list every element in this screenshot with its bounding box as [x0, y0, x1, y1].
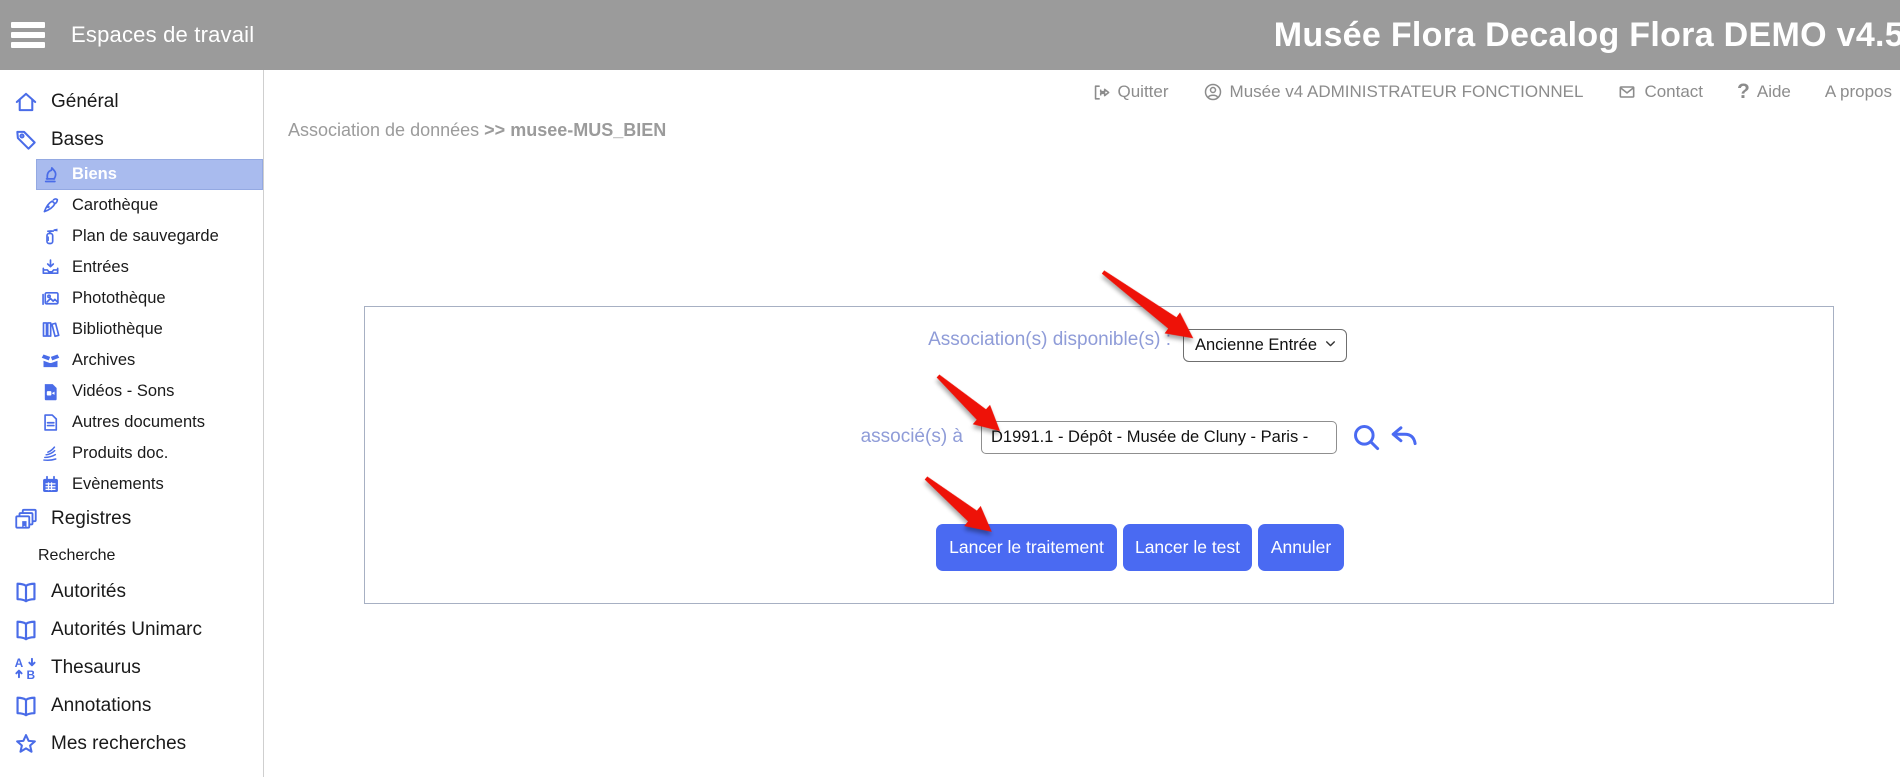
app-title: Musée Flora Decalog Flora DEMO v4.5	[1274, 16, 1900, 55]
svg-text:B: B	[27, 668, 36, 681]
fire-extinguisher-icon	[40, 226, 61, 247]
sidebar-item-thesaurus[interactable]: A B Thesaurus	[0, 649, 263, 687]
sidebar-item-bibliotheque[interactable]: Bibliothèque	[36, 314, 263, 345]
user-icon	[1203, 82, 1223, 102]
open-book-icon	[13, 579, 39, 605]
association-select[interactable]: Ancienne Entrée	[1183, 329, 1347, 362]
sidebar-item-mes-recherches[interactable]: Mes recherches	[0, 725, 263, 763]
sidebar-item-plan-sauvegarde[interactable]: Plan de sauvegarde	[36, 221, 263, 252]
association-label: Association(s) disponible(s) :	[365, 329, 1171, 351]
sidebar-item-recherche[interactable]: Recherche	[0, 538, 263, 573]
registers-icon	[13, 506, 39, 532]
sidebar-item-general[interactable]: Général	[0, 83, 263, 121]
menu-icon[interactable]	[11, 18, 45, 52]
launch-test-button[interactable]: Lancer le test	[1123, 524, 1252, 571]
chevron-down-icon	[1324, 337, 1337, 355]
user-info[interactable]: Musée v4 ADMINISTRATEUR FONCTIONNEL	[1203, 82, 1584, 102]
user-label: Musée v4 ADMINISTRATEUR FONCTIONNEL	[1230, 82, 1584, 102]
core-sample-icon	[40, 195, 61, 216]
photo-icon	[40, 288, 61, 309]
paper-stack-icon	[40, 443, 61, 464]
open-book-icon	[13, 617, 39, 643]
breadcrumb-current: musee-MUS_BIEN	[510, 120, 666, 140]
contact-button[interactable]: Contact	[1617, 82, 1703, 102]
statue-icon	[40, 164, 61, 185]
document-icon	[40, 412, 61, 433]
home-icon	[13, 89, 39, 115]
tag-icon	[13, 127, 39, 153]
question-icon: ?	[1737, 80, 1750, 104]
contact-label: Contact	[1644, 82, 1703, 102]
sidebar-item-phototheque[interactable]: Photothèque	[36, 283, 263, 314]
breadcrumb-section: Association de données	[288, 120, 479, 140]
video-file-icon	[40, 381, 61, 402]
sidebar-item-annotations[interactable]: Annotations	[0, 687, 263, 725]
logout-icon	[1092, 83, 1111, 102]
topbar: Espaces de travail Musée Flora Decalog F…	[0, 0, 1900, 70]
sidebar-item-carotheque[interactable]: Carothèque	[36, 190, 263, 221]
user-toolbar: Quitter Musée v4 ADMINISTRATEUR FONCTION…	[264, 70, 1900, 114]
sidebar-item-autorites-unimarc[interactable]: Autorités Unimarc	[0, 611, 263, 649]
sidebar-item-entrees[interactable]: Entrées	[36, 252, 263, 283]
about-label: A propos	[1825, 82, 1892, 102]
breadcrumb: Association de données >> musee-MUS_BIEN	[288, 120, 666, 141]
open-book-icon	[13, 693, 39, 719]
quit-label: Quitter	[1118, 82, 1169, 102]
sidebar-item-videos-sons[interactable]: Vidéos - Sons	[36, 376, 263, 407]
undo-icon[interactable]	[1388, 422, 1419, 453]
sidebar-item-bases[interactable]: Bases	[0, 121, 263, 159]
sort-alpha-icon: A B	[13, 655, 39, 681]
cancel-button[interactable]: Annuler	[1258, 524, 1344, 571]
about-button[interactable]: A propos	[1825, 82, 1892, 102]
sidebar-item-registres[interactable]: Registres	[0, 500, 263, 538]
launch-treatment-button[interactable]: Lancer le traitement	[936, 524, 1117, 571]
help-label: Aide	[1757, 82, 1791, 102]
sidebar-item-produits-doc[interactable]: Produits doc.	[36, 438, 263, 469]
archive-box-icon	[40, 350, 61, 371]
sidebar-item-biens[interactable]: Biens	[36, 159, 263, 190]
sidebar: Général Bases Biens Carothèque	[0, 70, 264, 777]
help-button[interactable]: ? Aide	[1737, 80, 1791, 104]
svg-text:A: A	[15, 656, 24, 670]
books-icon	[40, 319, 61, 340]
sidebar-item-autres-documents[interactable]: Autres documents	[36, 407, 263, 438]
inbox-download-icon	[40, 257, 61, 278]
associe-label: associé(s) à	[365, 426, 963, 448]
calendar-icon	[40, 474, 61, 495]
sidebar-item-archives[interactable]: Archives	[36, 345, 263, 376]
association-panel: Association(s) disponible(s) : Ancienne …	[364, 306, 1834, 604]
breadcrumb-separator: >>	[484, 120, 505, 140]
star-icon	[13, 731, 39, 757]
mail-icon	[1617, 82, 1637, 102]
search-icon[interactable]	[1351, 422, 1382, 453]
associe-input[interactable]	[981, 421, 1337, 454]
sidebar-item-autorites[interactable]: Autorités	[0, 573, 263, 611]
quit-button[interactable]: Quitter	[1092, 82, 1169, 102]
workspace-label[interactable]: Espaces de travail	[71, 22, 254, 48]
association-select-value: Ancienne Entrée	[1195, 336, 1324, 355]
sidebar-item-evenements[interactable]: Evènements	[36, 469, 263, 500]
